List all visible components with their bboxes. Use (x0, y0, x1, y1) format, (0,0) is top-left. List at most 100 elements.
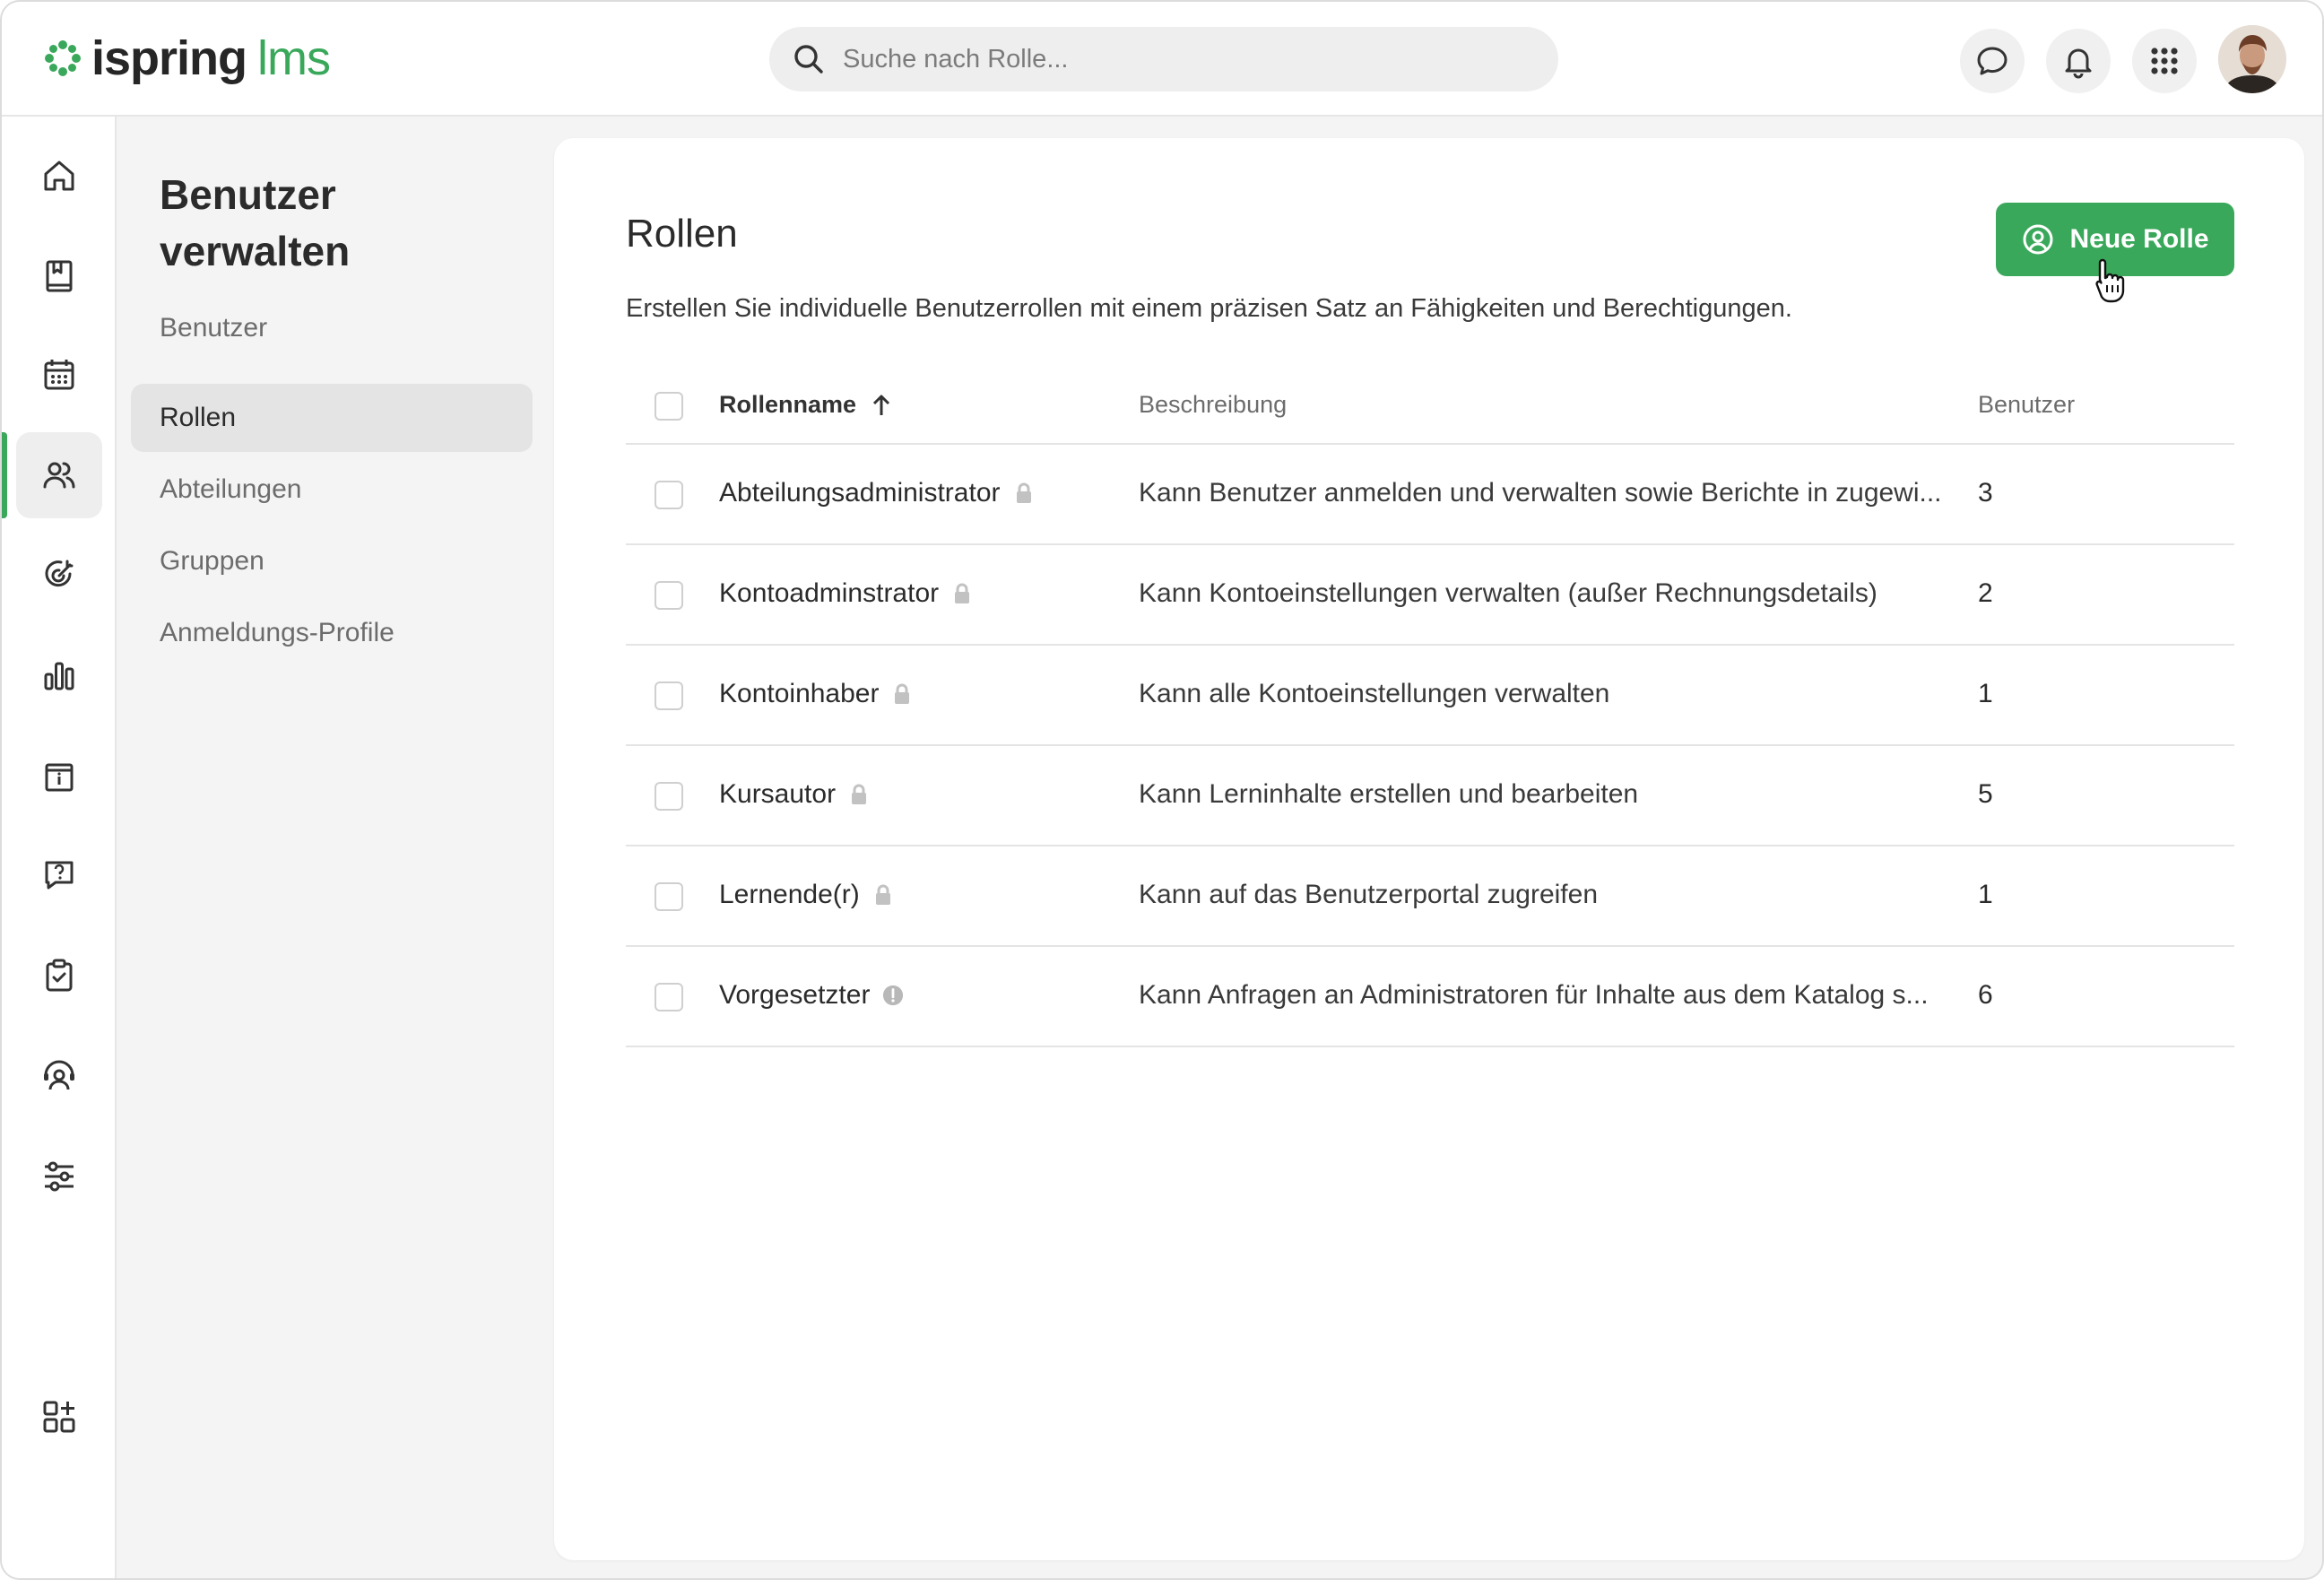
select-all-checkbox[interactable] (655, 392, 683, 421)
rail-goals[interactable] (16, 533, 102, 619)
row-checkbox[interactable] (655, 581, 683, 610)
top-bar: ispring lms (2, 2, 2322, 117)
page-title: Rollen (626, 212, 738, 256)
assignments-icon (46, 959, 73, 992)
add-apps-icon (43, 1401, 75, 1433)
column-beschreibung[interactable]: Beschreibung (1139, 391, 1287, 419)
rail-info-board[interactable] (16, 734, 102, 820)
hand-cursor-icon (2095, 258, 2125, 303)
role-name[interactable]: Kontoinhaber (719, 679, 879, 709)
row-checkbox[interactable] (655, 782, 683, 811)
subnav-item-anmeldungs-profile[interactable]: Anmeldungs-Profile (131, 599, 533, 667)
table-row[interactable]: Kontoadminstrator Kann Kontoeinstellunge… (626, 545, 2234, 646)
table-row[interactable]: Vorgesetzter Kann Anfragen an Administra… (626, 947, 2234, 1047)
side-tab (2247, 1126, 2304, 1341)
calendar-icon (44, 360, 74, 390)
role-description: Kann Kontoeinstellungen verwalten (außer… (1139, 578, 1877, 608)
subnav-item-rollen[interactable]: Rollen (131, 384, 533, 452)
row-checkbox[interactable] (655, 681, 683, 710)
logo[interactable]: ispring lms (43, 27, 331, 90)
row-checkbox[interactable] (655, 481, 683, 509)
settings-sliders-icon (45, 1161, 74, 1192)
help-icon (45, 861, 74, 890)
row-checkbox[interactable] (655, 983, 683, 1011)
lock-icon (955, 583, 970, 603)
role-description: Kann auf das Benutzerportal zugreifen (1139, 880, 1599, 909)
subnav-item-gruppen[interactable]: Gruppen (131, 527, 533, 595)
users-icon (43, 462, 75, 489)
library-icon (46, 260, 73, 292)
apps-button[interactable] (2132, 29, 2197, 93)
rail-users[interactable] (16, 432, 102, 518)
role-user-count: 1 (1978, 679, 1993, 708)
role-name[interactable]: Abteilungsadministrator (719, 478, 1001, 508)
search-bar (769, 27, 1558, 91)
section-title: Benutzer verwalten (160, 171, 351, 274)
row-checkbox[interactable] (655, 882, 683, 911)
sort-ascending-icon (872, 395, 890, 415)
icon-rail (2, 117, 117, 1578)
rail-assignments[interactable] (16, 933, 102, 1019)
logo-suffix: lms (257, 31, 331, 85)
lock-icon (895, 683, 910, 704)
rail-reports[interactable] (16, 633, 102, 719)
column-rollenname[interactable]: Rollenname (719, 391, 892, 419)
rail-active-indicator (2, 432, 7, 518)
ispring-logo-icon (45, 40, 81, 76)
user-circle-icon (2023, 224, 2053, 255)
column-benutzer[interactable]: Benutzer (1978, 391, 2075, 419)
roles-table: Rollenname Beschreibung Benutzer Abteilu… (626, 368, 2234, 1047)
logo-name: ispring (91, 31, 247, 85)
rail-library[interactable] (16, 233, 102, 319)
lock-icon (852, 784, 867, 804)
role-name[interactable]: Vorgesetzter (719, 980, 870, 1011)
app-window: ispring lms Suche nach Rolle... Benutzer… (0, 0, 2324, 1580)
roles-panel: Rollen Erstellen Sie individuelle Benutz… (554, 138, 2304, 1560)
table-row[interactable]: Kursautor Kann Lerninhalte erstellen und… (626, 746, 2234, 846)
role-user-count: 6 (1978, 980, 1993, 1010)
new-role-label: Neue Rolle (2069, 224, 2209, 254)
subnav-item-abteilungen[interactable]: Abteilungen (131, 456, 533, 524)
role-name[interactable]: Lernende(r) (719, 880, 860, 910)
apps-grid-icon (2151, 48, 2178, 74)
table-row[interactable]: Kontoinhaber Kann alle Kontoeinstellunge… (626, 646, 2234, 746)
chat-button[interactable] (1960, 29, 2025, 93)
reports-icon (44, 662, 74, 690)
chat-icon (1977, 47, 2007, 75)
table-row[interactable]: Lernende(r) Kann auf das Benutzerportal … (626, 846, 2234, 947)
role-name[interactable]: Kontoadminstrator (719, 578, 939, 609)
role-name[interactable]: Kursautor (719, 779, 836, 810)
home-icon (44, 161, 74, 191)
role-description: Kann Benutzer anmelden und verwalten sow… (1139, 478, 1942, 508)
rail-calendar[interactable] (16, 332, 102, 418)
user-management-nav: Benutzer verwalten Benutzer Rollen Abteil… (117, 117, 547, 1578)
bell-icon (2065, 48, 2092, 79)
table-header: Rollenname Beschreibung Benutzer (626, 368, 2234, 445)
avatar-portrait-icon (2218, 25, 2286, 93)
role-description: Kann Anfragen an Administratoren für Inh… (1139, 980, 1929, 1010)
rail-home[interactable] (16, 133, 102, 219)
page-description: Erstellen Sie individuelle Benutzerrolle… (626, 294, 1792, 323)
rail-settings[interactable] (16, 1133, 102, 1220)
table-row[interactable]: Abteilungsadministrator Kann Benutzer an… (626, 445, 2234, 545)
support-icon (44, 1060, 74, 1090)
subnav-item-benutzer[interactable]: Benutzer (131, 294, 533, 362)
role-description: Kann Lerninhalte erstellen und bearbeite… (1139, 779, 1639, 809)
info-board-icon (45, 763, 74, 792)
lock-icon (875, 884, 890, 905)
lock-icon (1016, 482, 1031, 503)
rail-add-apps[interactable] (16, 1374, 102, 1460)
warning-info-icon[interactable] (882, 984, 904, 1007)
role-user-count: 5 (1978, 779, 1993, 809)
notifications-button[interactable] (2046, 29, 2111, 93)
rail-help[interactable] (16, 832, 102, 918)
rail-support[interactable] (16, 1033, 102, 1119)
role-user-count: 3 (1978, 478, 1993, 508)
role-description: Kann alle Kontoeinstellungen verwalten (1139, 679, 1610, 708)
search-input[interactable] (843, 44, 1524, 74)
search-icon (794, 45, 823, 74)
role-user-count: 2 (1978, 578, 1993, 608)
user-avatar[interactable] (2218, 25, 2286, 93)
goals-icon (45, 560, 74, 587)
role-user-count: 1 (1978, 880, 1993, 909)
